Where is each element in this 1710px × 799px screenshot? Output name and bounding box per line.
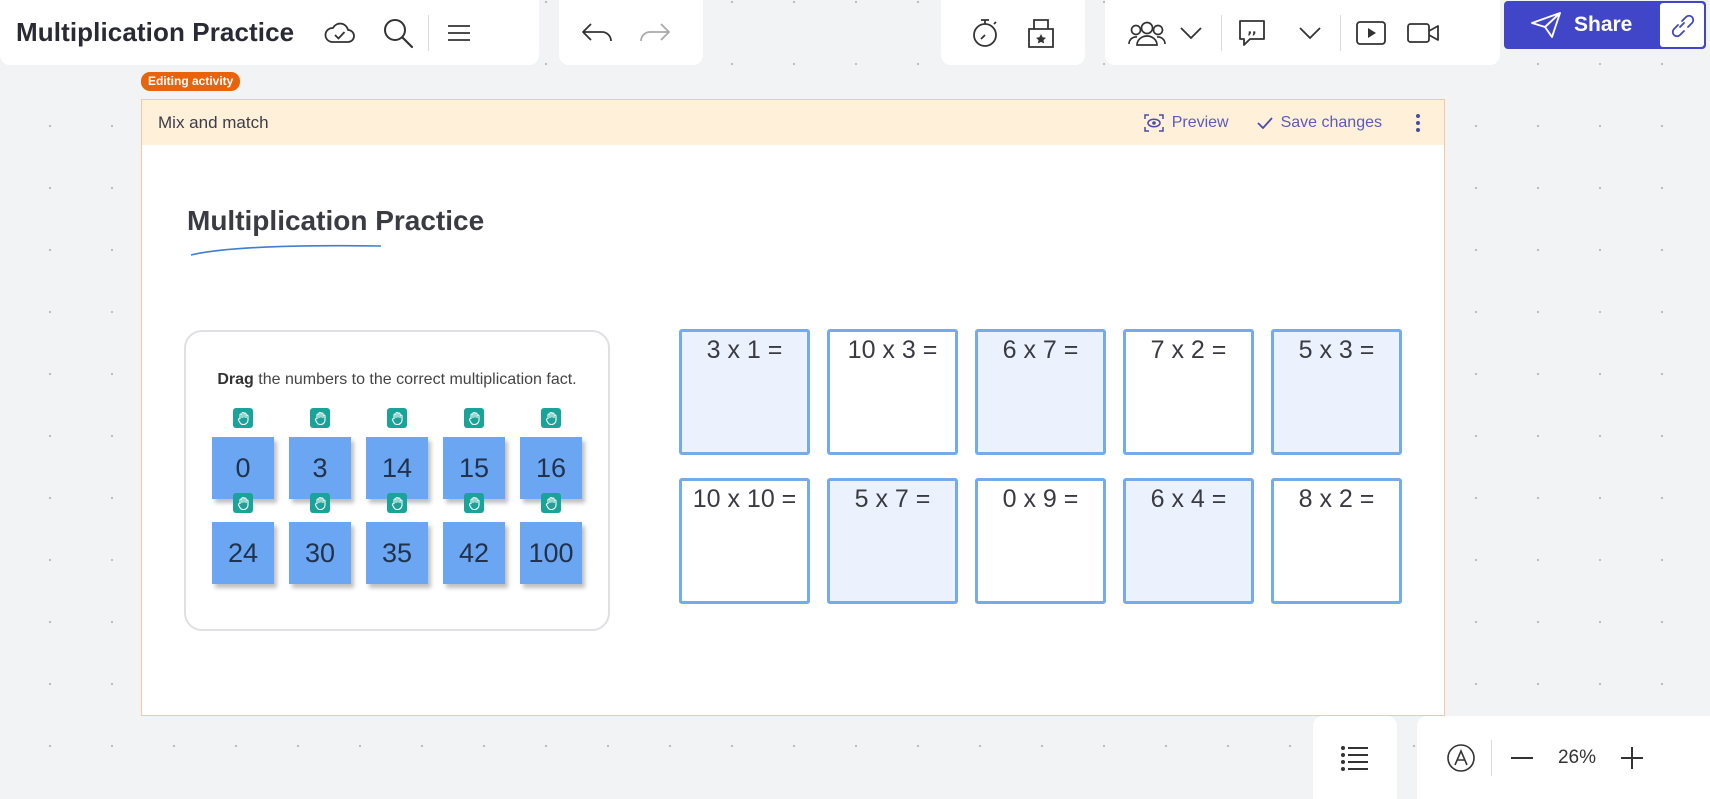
divider: [1221, 14, 1222, 51]
instruction-text: Drag the numbers to the correct multipli…: [186, 371, 608, 389]
divider: [1340, 14, 1341, 51]
hand-grip-icon[interactable]: [387, 493, 407, 513]
hand-grip-icon[interactable]: [464, 493, 484, 513]
outline-panel: [1313, 716, 1397, 799]
accessibility-icon[interactable]: [1439, 736, 1483, 780]
preview-eye-icon: [1143, 113, 1164, 132]
preview-label: Preview: [1171, 113, 1229, 131]
editing-badge: Editing activity: [141, 72, 241, 91]
number-tile[interactable]: 15: [443, 437, 505, 499]
activity-header: Mix and match Preview Save changes: [142, 100, 1444, 145]
zoom-in-icon[interactable]: [1610, 736, 1654, 780]
zoom-panel: 26%: [1417, 716, 1710, 799]
save-changes-button[interactable]: Save changes: [1256, 113, 1382, 132]
chevron-down-icon[interactable]: [1288, 11, 1332, 55]
activity-title[interactable]: Multiplication Practice: [187, 205, 484, 237]
search-icon[interactable]: [376, 11, 420, 55]
fact-drop-zone[interactable]: 10 x 10 =: [679, 478, 810, 604]
list-icon[interactable]: [1333, 736, 1377, 780]
save-changes-label: Save changes: [1280, 113, 1382, 131]
check-icon: [1256, 116, 1273, 129]
hand-grip-icon[interactable]: [310, 408, 330, 428]
number-tile[interactable]: 3: [289, 437, 351, 499]
number-tile[interactable]: 0: [212, 437, 274, 499]
hand-grip-icon[interactable]: [233, 408, 253, 428]
fact-drop-zone[interactable]: 3 x 1 =: [679, 329, 810, 455]
collaboration-toolbar: ,,: [1105, 0, 1500, 65]
share-button[interactable]: Share: [1504, 1, 1706, 49]
activity-type-label: Mix and match: [158, 112, 269, 132]
number-tile[interactable]: 24: [212, 522, 274, 584]
zoom-out-icon[interactable]: [1500, 736, 1544, 780]
preview-button[interactable]: Preview: [1143, 113, 1229, 132]
fact-drop-zone[interactable]: 5 x 3 =: [1271, 329, 1402, 455]
vote-box-icon[interactable]: [1019, 11, 1063, 55]
more-vertical-icon[interactable]: [1410, 113, 1426, 132]
redo-icon[interactable]: [633, 11, 677, 55]
document-title[interactable]: Multiplication Practice: [16, 17, 294, 48]
hand-grip-icon[interactable]: [464, 408, 484, 428]
hand-grip-icon[interactable]: [233, 493, 253, 513]
timer-icon[interactable]: [963, 11, 1007, 55]
send-icon: [1530, 11, 1562, 39]
number-tile[interactable]: 30: [289, 522, 351, 584]
link-icon[interactable]: [1660, 3, 1704, 47]
history-toolbar: [559, 0, 703, 65]
hand-grip-icon[interactable]: [387, 408, 407, 428]
divider: [1491, 739, 1492, 776]
fact-drop-zone[interactable]: 5 x 7 =: [827, 478, 958, 604]
number-tile[interactable]: 16: [520, 437, 582, 499]
title-toolbar: Multiplication Practice: [0, 0, 539, 65]
fact-drop-zone[interactable]: 8 x 2 =: [1271, 478, 1402, 604]
present-icon[interactable]: [1349, 11, 1393, 55]
hand-grip-icon[interactable]: [541, 408, 561, 428]
title-underline: [190, 244, 382, 256]
number-tile[interactable]: 35: [366, 522, 428, 584]
participants-icon[interactable]: [1125, 11, 1169, 55]
number-tile[interactable]: 42: [443, 522, 505, 584]
comment-icon[interactable]: ,,: [1230, 11, 1274, 55]
fact-drop-zone[interactable]: 0 x 9 =: [975, 478, 1106, 604]
number-tile[interactable]: 14: [366, 437, 428, 499]
hand-grip-icon[interactable]: [541, 493, 561, 513]
svg-text:,,: ,,: [1247, 22, 1256, 36]
video-icon[interactable]: [1401, 11, 1445, 55]
menu-icon[interactable]: [437, 11, 481, 55]
fact-drop-zone[interactable]: 6 x 4 =: [1123, 478, 1254, 604]
instruction-bold: Drag: [217, 371, 254, 388]
share-main[interactable]: Share: [1504, 1, 1660, 49]
fact-drop-zone[interactable]: 10 x 3 =: [827, 329, 958, 455]
divider: [428, 14, 430, 51]
fact-drop-zone[interactable]: 7 x 2 =: [1123, 329, 1254, 455]
instruction-rest: the numbers to the correct multiplicatio…: [253, 371, 577, 388]
number-tile[interactable]: 100: [520, 522, 582, 584]
undo-icon[interactable]: [575, 11, 619, 55]
hand-grip-icon[interactable]: [310, 493, 330, 513]
fact-drop-zone[interactable]: 6 x 7 =: [975, 329, 1106, 455]
activity-board[interactable]: Mix and match Preview Save changes Multi…: [141, 99, 1445, 716]
zoom-level[interactable]: 26%: [1544, 747, 1610, 769]
cloud-check-icon[interactable]: [318, 11, 362, 55]
chevron-down-icon[interactable]: [1169, 11, 1213, 55]
activity-tools: [941, 0, 1085, 65]
share-label: Share: [1574, 13, 1633, 36]
